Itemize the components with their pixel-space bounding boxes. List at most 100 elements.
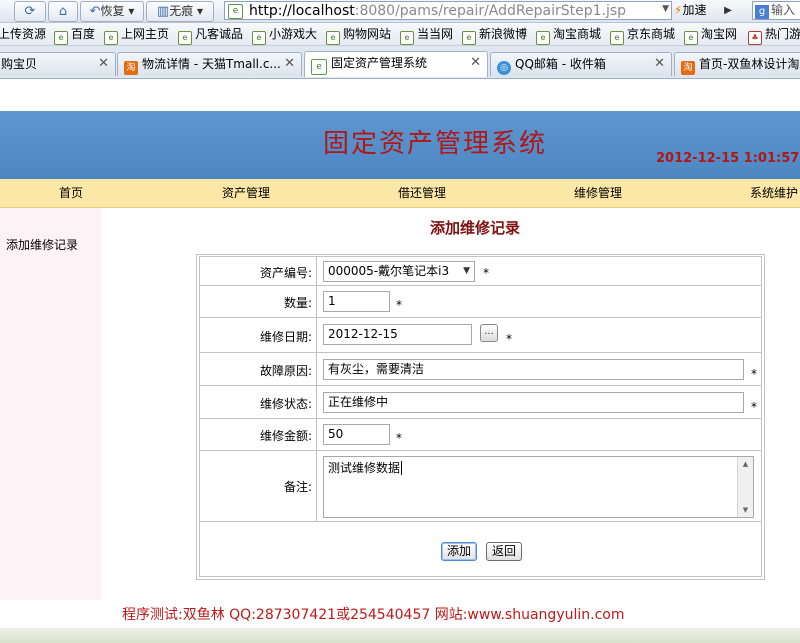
refresh-icon: ⟳ [24, 4, 36, 19]
search-input[interactable]: g 输入 [752, 1, 800, 20]
restore-button[interactable]: ↶恢复 ▾ [80, 1, 144, 22]
address-bar[interactable]: e http://localhost:8080/pams/repair/AddR… [224, 1, 672, 20]
scroll-up-icon[interactable]: ▲ [738, 457, 753, 471]
fault-reason-input[interactable]: 有灰尘，需要清洁 [323, 359, 744, 380]
address-dropdown-icon[interactable]: ▼ [662, 4, 669, 14]
repair-date-input[interactable]: 2012-12-15 [323, 324, 472, 345]
favorite-item[interactable]: e 上网主页 [104, 26, 169, 45]
field-value: 正在维修中 * [317, 386, 761, 418]
field-value: 2012-12-15 ... * [317, 318, 761, 352]
favorites-bar: 上传资源 e 百度 e 上网主页 e 凡客诚品 e 小游戏大 e 购物网站 e 当当网 e新… [0, 23, 800, 46]
favorite-item[interactable]: e 小游戏大 [252, 26, 318, 45]
field-label: 维修状态: [200, 386, 317, 418]
form-row-repair-status: 维修状态: 正在维修中 * [199, 385, 762, 419]
favorite-item[interactable]: 上传资源 [0, 26, 46, 42]
favorite-label: 京东商城 [627, 27, 676, 41]
required-mark: * [751, 400, 757, 414]
browser-tab-active[interactable]: e 固定资产管理系统 ✕ [304, 51, 488, 77]
repair-status-label: 维修状态: [259, 397, 312, 411]
quantity-input[interactable]: 1 [323, 291, 390, 312]
field-value: 50 * [317, 419, 761, 450]
asset-no-select[interactable]: 000005-戴尔笔记本i3 ▼ [323, 261, 475, 282]
repair-form: 资产编号: 000005-戴尔笔记本i3 ▼ * 数量: 1 * 维修日期: 2… [196, 254, 765, 580]
no-trace-button[interactable]: ▥无痕 ▾ [146, 1, 214, 22]
browser-tab[interactable]: ◎ QQ邮箱 - 收件箱 ✕ [490, 52, 672, 76]
field-value: 有灰尘，需要清洁 * [317, 353, 761, 385]
page-icon: e [536, 31, 550, 45]
address-path: :8080/pams/repair/AddRepairStep1.jsp [354, 3, 627, 19]
favorite-item[interactable]: ♣ 热门游 [748, 26, 800, 45]
page-icon: e [104, 31, 118, 45]
favorite-item[interactable]: e 新浪微博 [462, 26, 527, 45]
speed-up-button[interactable]: ⚡加速 [674, 1, 718, 20]
refresh-button[interactable]: ⟳ [14, 1, 46, 22]
remark-textarea[interactable]: 测试维修数据 ▲ ▼ [323, 456, 754, 518]
forward-button[interactable]: ▶ [720, 1, 736, 20]
field-label: 数量: [200, 286, 317, 317]
required-mark: * [506, 332, 512, 346]
address-text: http://localhost:8080/pams/repair/AddRep… [249, 3, 626, 19]
favorite-item[interactable]: e 淘宝网 [684, 26, 737, 45]
shop-icon: e [326, 31, 340, 45]
close-icon[interactable]: ✕ [284, 53, 295, 75]
page-icon: e [178, 31, 192, 45]
repair-amount-input[interactable]: 50 [323, 424, 390, 445]
favorite-label: 凡客诚品 [195, 27, 244, 41]
search-engine-icon: g [755, 5, 769, 19]
text-cursor [401, 461, 403, 475]
taobao-icon: 淘 [681, 61, 695, 75]
tab-label: 首页-双鱼林设计淘宝 [699, 57, 800, 71]
tab-bar: 购宝贝 ✕ 淘物流详情 - 天猫Tmall.c... ✕ e 固定资产管理系统 ✕ ◎ Q… [0, 46, 800, 79]
quantity-label: 数量: [283, 296, 312, 310]
favorite-item[interactable]: e 当当网 [400, 26, 453, 45]
repair-status-input[interactable]: 正在维修中 [323, 392, 744, 413]
menu-asset-management[interactable]: 资产管理 [222, 179, 270, 207]
menu-repair-management[interactable]: 维修管理 [574, 179, 622, 207]
favorite-label: 小游戏大 [269, 27, 318, 41]
menu-home[interactable]: 首页 [59, 179, 83, 207]
browser-tab[interactable]: 购宝贝 ✕ [0, 52, 116, 76]
page-icon: e [610, 31, 624, 45]
page-icon: e [400, 31, 414, 45]
field-label: 维修日期: [200, 318, 317, 352]
close-icon[interactable]: ✕ [654, 53, 665, 75]
favorite-item[interactable]: e 凡客诚品 [178, 26, 244, 45]
form-row-repair-date: 维修日期: 2012-12-15 ... * [199, 317, 762, 353]
tab-label: 固定资产管理系统 [331, 56, 428, 70]
page-icon: e [54, 31, 68, 45]
close-icon[interactable]: ✕ [470, 52, 481, 74]
asset-no-label: 资产编号: [259, 266, 312, 280]
form-row-asset-no: 资产编号: 000005-戴尔笔记本i3 ▼ * [199, 256, 762, 286]
menu-system-maintenance[interactable]: 系统维护 [750, 179, 798, 207]
browser-toolbar: ⟳ ⌂ ↶恢复 ▾ ▥无痕 ▾ e http://localhost:8080/… [0, 0, 800, 23]
page-icon: e [252, 31, 266, 45]
form-row-repair-amount: 维修金额: 50 * [199, 418, 762, 451]
browser-tab[interactable]: 淘物流详情 - 天猫Tmall.c... ✕ [117, 52, 302, 76]
favorite-item[interactable]: e 淘宝商城 [536, 26, 601, 45]
field-value: 000005-戴尔笔记本i3 ▼ * [317, 257, 761, 285]
form-title: 添加维修记录 [430, 219, 521, 237]
browser-tab[interactable]: 淘首页-双鱼林设计淘宝 [674, 52, 800, 76]
sidebar-item-add-repair[interactable]: 添加维修记录 [6, 236, 78, 253]
required-mark: * [483, 266, 489, 280]
home-button[interactable]: ⌂ [48, 1, 78, 22]
field-value: 测试维修数据 ▲ ▼ [317, 451, 761, 521]
chevron-down-icon: ▼ [463, 266, 470, 276]
close-icon[interactable]: ✕ [98, 53, 109, 75]
repair-date-label: 维修日期: [259, 330, 312, 344]
favorite-label: 上传资源 [0, 27, 47, 41]
calendar-button[interactable]: ... [480, 324, 498, 342]
back-button[interactable]: 返回 [486, 542, 522, 561]
tab-label: 购宝贝 [1, 57, 38, 71]
add-button[interactable]: 添加 [441, 542, 477, 561]
favorite-item[interactable]: e 京东商城 [610, 26, 676, 45]
menu-borrow-return[interactable]: 借还管理 [398, 179, 446, 207]
form-row-quantity: 数量: 1 * [199, 285, 762, 318]
scroll-down-icon[interactable]: ▼ [738, 503, 753, 517]
qqmail-icon: ◎ [497, 61, 511, 75]
required-mark: * [396, 298, 402, 312]
favorite-item[interactable]: e 百度 [54, 26, 95, 45]
textarea-scrollbar[interactable]: ▲ ▼ [737, 457, 753, 517]
page-icon: e [462, 31, 476, 45]
favorite-item[interactable]: e 购物网站 [326, 26, 391, 45]
